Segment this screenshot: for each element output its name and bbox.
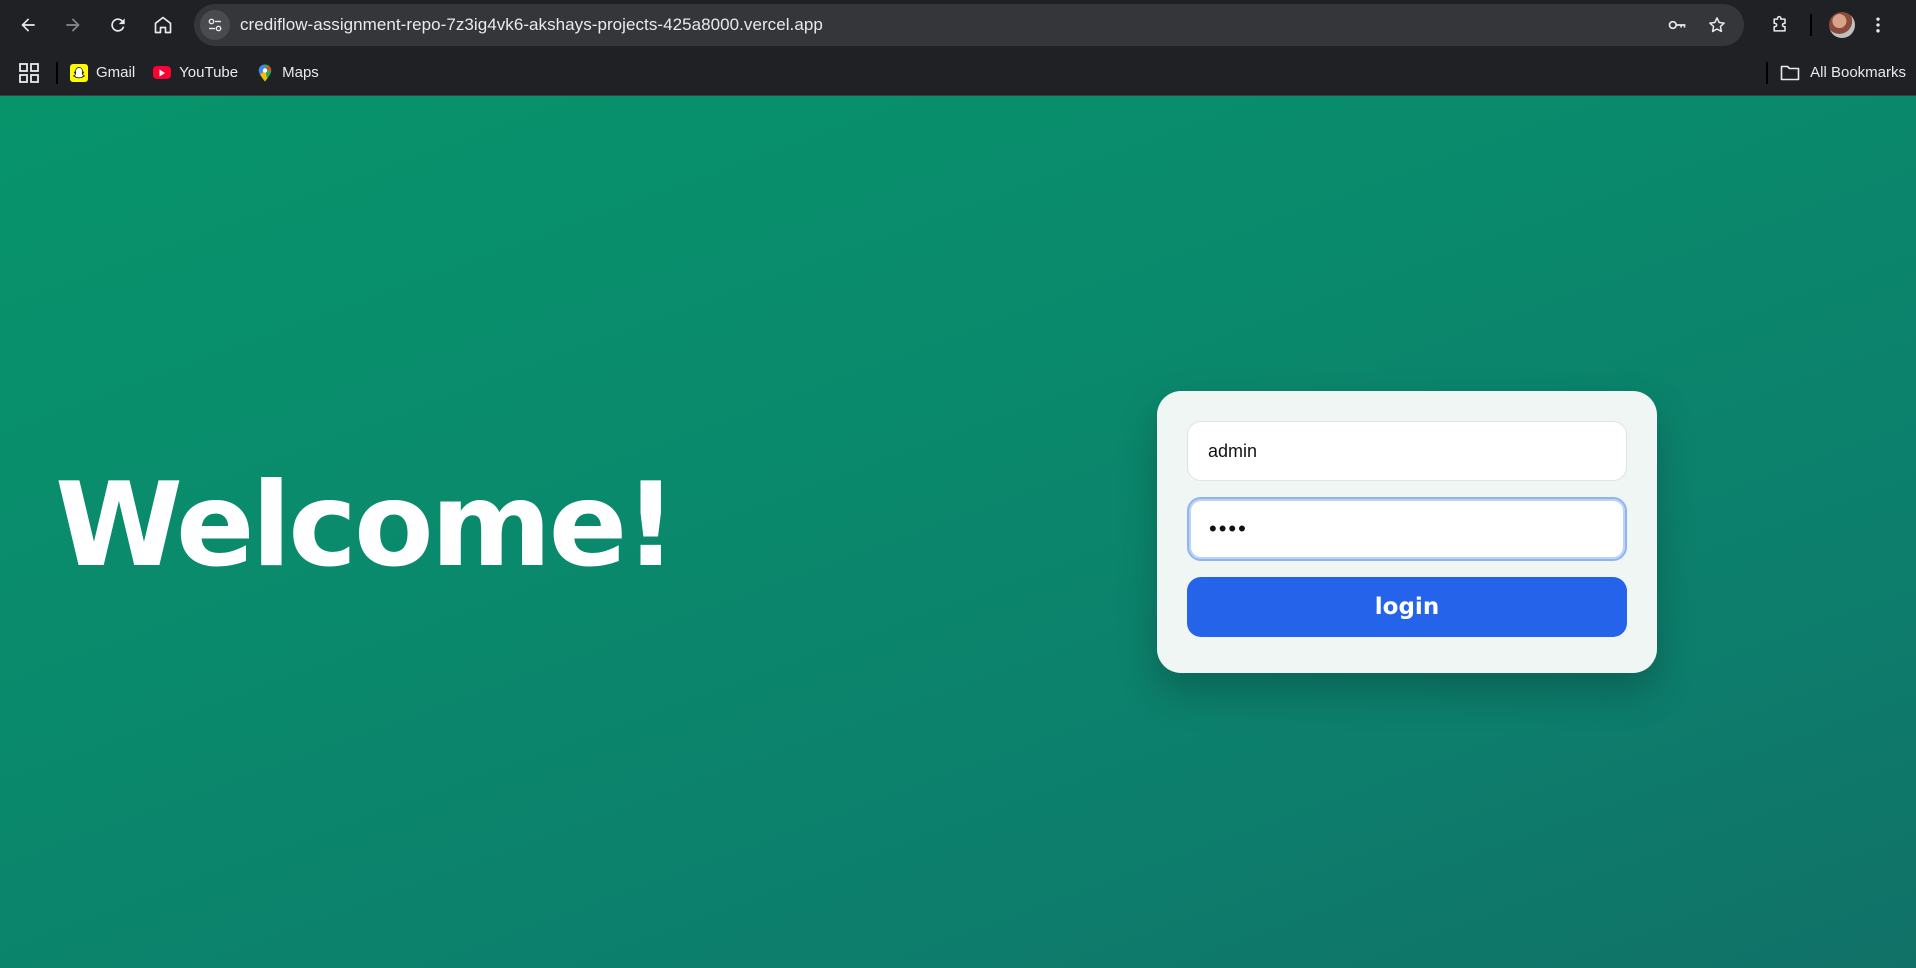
puzzle-icon — [1773, 15, 1786, 32]
browser-menu-button[interactable] — [1860, 7, 1896, 43]
bookmarks-bar: Gmail YouTube Maps All Bookmarks — [0, 50, 1916, 96]
login-button[interactable]: login — [1187, 577, 1627, 637]
password-input[interactable] — [1187, 497, 1627, 561]
tune-icon — [208, 18, 222, 32]
address-bar[interactable]: crediflow-assignment-repo-7z3ig4vk6-aksh… — [194, 4, 1744, 46]
bookmarks-divider — [56, 61, 58, 84]
more-vert-icon — [1876, 17, 1880, 33]
bookmark-youtube[interactable]: YouTube — [153, 64, 238, 81]
bookmark-star-button[interactable] — [1700, 8, 1734, 42]
profile-button[interactable] — [1824, 7, 1860, 43]
bookmark-gmail[interactable]: Gmail — [70, 63, 136, 82]
all-bookmarks-button[interactable]: All Bookmarks — [1780, 64, 1906, 82]
avatar — [1829, 12, 1855, 38]
browser-toolbar: crediflow-assignment-repo-7z3ig4vk6-aksh… — [0, 0, 1916, 50]
bookmark-label: Gmail — [96, 64, 136, 81]
snapchat-icon — [70, 63, 88, 82]
toolbar-divider — [1810, 14, 1812, 36]
page-content: Welcome! login — [0, 96, 1916, 968]
bookmarks-divider — [1766, 61, 1769, 84]
arrow-right-icon — [66, 18, 80, 32]
welcome-heading: Welcome! — [55, 458, 677, 593]
reload-button[interactable] — [100, 7, 136, 43]
username-input[interactable] — [1187, 421, 1627, 481]
arrow-left-icon — [21, 18, 35, 32]
bookmark-maps[interactable]: Maps — [256, 64, 319, 82]
folder-icon — [1780, 65, 1800, 80]
bookmark-label: Maps — [282, 64, 319, 81]
apps-grid-icon[interactable] — [18, 62, 40, 84]
maps-icon — [256, 64, 274, 82]
extensions-button[interactable] — [1762, 7, 1798, 43]
bookmark-label: YouTube — [179, 64, 239, 81]
all-bookmarks-label: All Bookmarks — [1810, 64, 1906, 81]
home-button[interactable] — [145, 7, 181, 43]
home-icon — [154, 16, 172, 34]
back-button[interactable] — [10, 7, 46, 43]
site-info-button[interactable] — [200, 10, 230, 40]
reload-icon — [111, 18, 125, 32]
youtube-icon — [153, 66, 172, 79]
url-text[interactable]: crediflow-assignment-repo-7z3ig4vk6-aksh… — [240, 15, 1654, 35]
forward-button[interactable] — [55, 7, 91, 43]
login-card: login — [1157, 391, 1657, 673]
star-icon — [1709, 17, 1725, 33]
key-icon — [1668, 20, 1686, 30]
password-key-button[interactable] — [1660, 8, 1694, 42]
